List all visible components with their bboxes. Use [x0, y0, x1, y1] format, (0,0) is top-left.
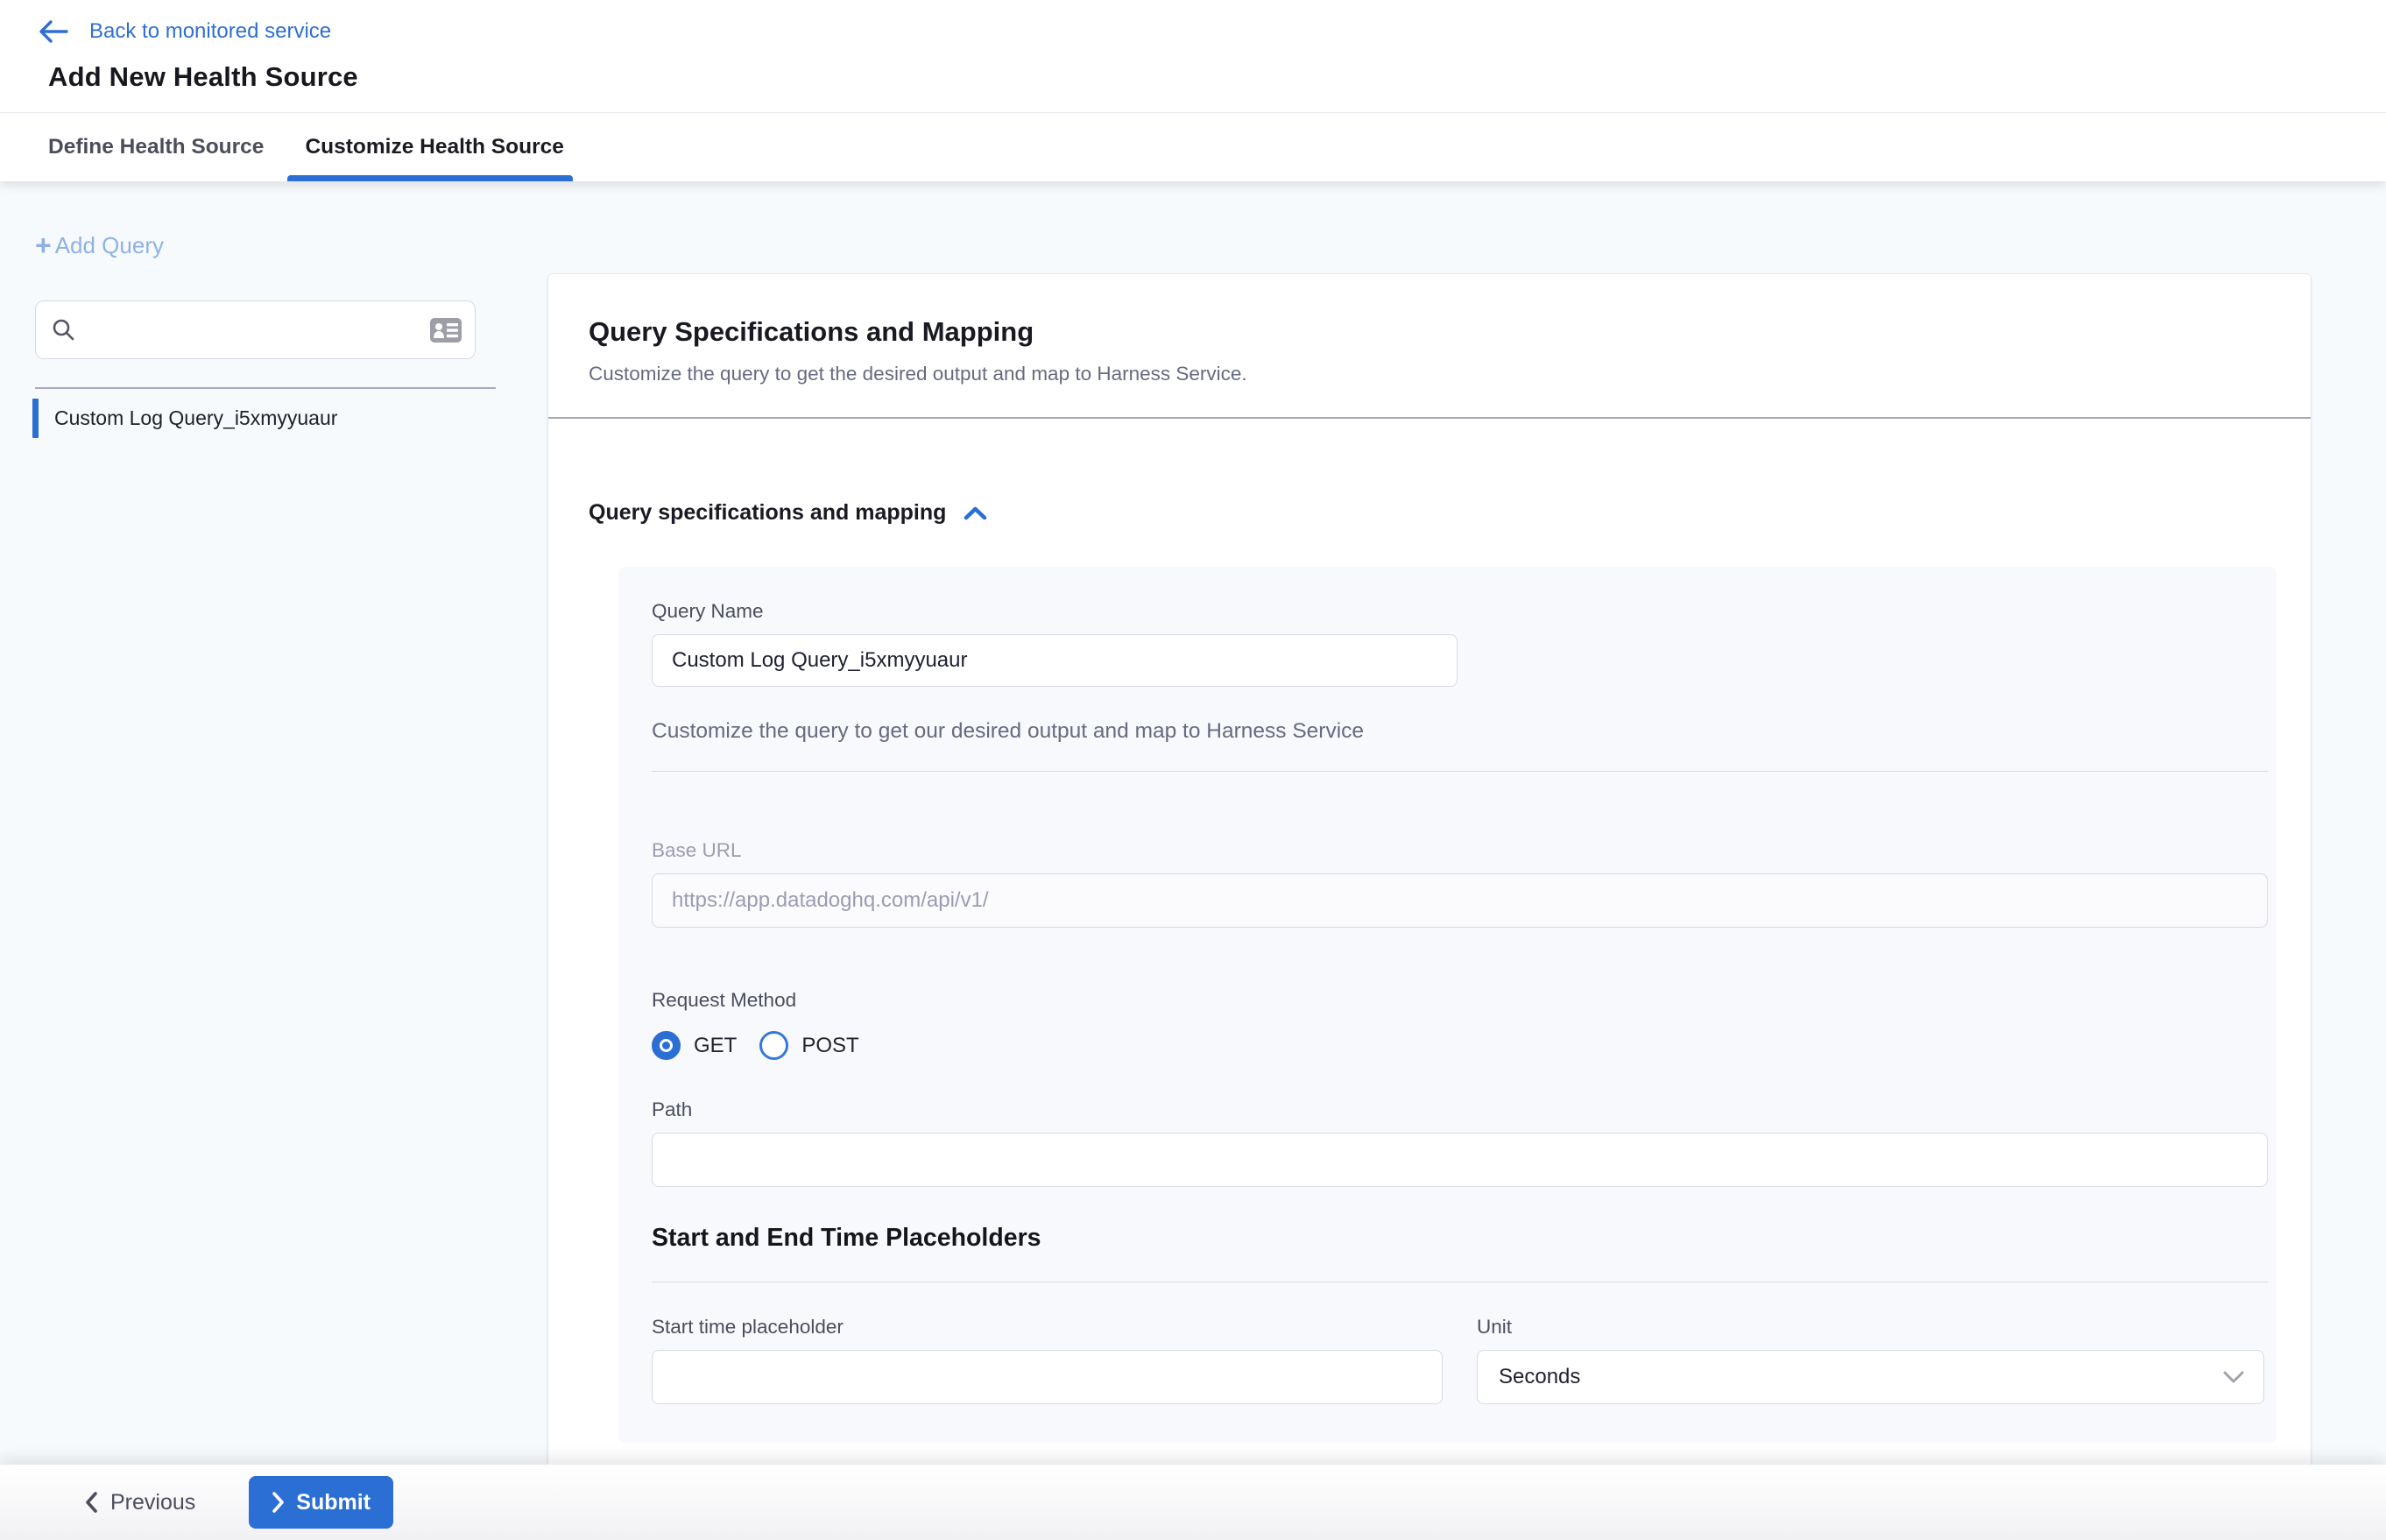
base-url-input[interactable]: [652, 873, 2268, 928]
query-mapping-card: Query Name Customize the query to get ou…: [618, 567, 2277, 1443]
unit-select-value: Seconds: [1499, 1365, 1580, 1389]
panel-subtitle: Customize the query to get the desired o…: [589, 363, 2270, 385]
tab-bar: Define Health Source Customize Health So…: [0, 112, 2386, 181]
unit-select[interactable]: Seconds: [1477, 1350, 2264, 1404]
main-panel: Query Specifications and Mapping Customi…: [548, 274, 2311, 1465]
radio-checked-icon: [652, 1031, 681, 1060]
submit-button[interactable]: Submit: [249, 1476, 393, 1529]
query-name-input[interactable]: [652, 634, 1458, 687]
time-placeholder-row: Start time placeholder Unit Seconds: [652, 1316, 2268, 1404]
query-name-label: Query Name: [652, 600, 2268, 623]
radio-unchecked-icon: [759, 1031, 788, 1060]
start-time-label: Start time placeholder: [652, 1316, 1443, 1339]
content-area: + Add Query: [0, 181, 2386, 1465]
search-input[interactable]: [75, 318, 429, 342]
chevron-right-icon: [272, 1491, 286, 1514]
back-arrow-icon[interactable]: [39, 20, 68, 43]
chevron-up-icon[interactable]: [964, 505, 987, 520]
request-method-group: GET POST: [652, 1031, 2268, 1060]
query-item-label: Custom Log Query_i5xmyyuaur: [54, 406, 337, 429]
sidebar: + Add Query: [0, 181, 548, 1465]
add-query-label: Add Query: [55, 232, 164, 259]
query-search-box: [35, 300, 476, 359]
search-icon: [52, 318, 75, 342]
previous-label: Previous: [110, 1490, 195, 1515]
start-time-field: Start time placeholder: [652, 1316, 1443, 1404]
section-toggle[interactable]: Query specifications and mapping: [589, 500, 2270, 526]
radio-get-label: GET: [694, 1034, 737, 1058]
chevron-down-icon: [2223, 1371, 2244, 1384]
radio-option-post[interactable]: POST: [759, 1031, 858, 1060]
time-placeholders-heading: Start and End Time Placeholders: [652, 1224, 2268, 1253]
back-row: Back to monitored service: [0, 0, 2386, 44]
query-name-helper: Customize the query to get our desired o…: [652, 719, 2268, 744]
plus-icon: +: [35, 234, 52, 257]
query-list-item[interactable]: Custom Log Query_i5xmyyuaur: [35, 392, 548, 444]
chevron-left-icon: [84, 1491, 98, 1514]
panel-body: Query specifications and mapping Query N…: [548, 419, 2311, 1465]
contact-card-icon[interactable]: [429, 317, 462, 343]
sidebar-divider: [35, 387, 496, 389]
request-method-label: Request Method: [652, 989, 2268, 1012]
header: Back to monitored service Add New Health…: [0, 0, 2386, 181]
previous-button[interactable]: Previous: [84, 1490, 195, 1515]
unit-label: Unit: [1477, 1316, 2264, 1339]
card-divider: [652, 771, 2268, 772]
tab-customize-health-source[interactable]: Customize Health Source: [305, 113, 563, 181]
path-label: Path: [652, 1098, 2268, 1121]
path-input[interactable]: [652, 1133, 2268, 1187]
base-url-label: Base URL: [652, 839, 2268, 862]
radio-post-label: POST: [801, 1034, 858, 1058]
back-link[interactable]: Back to monitored service: [89, 19, 331, 44]
start-time-input[interactable]: [652, 1350, 1443, 1404]
page: Back to monitored service Add New Health…: [0, 0, 2386, 1540]
unit-field: Unit Seconds: [1477, 1316, 2264, 1404]
tab-define-health-source[interactable]: Define Health Source: [48, 113, 264, 181]
radio-option-get[interactable]: GET: [652, 1031, 737, 1060]
panel-title: Query Specifications and Mapping: [589, 316, 2270, 348]
selected-indicator: [32, 399, 39, 438]
page-title: Add New Health Source: [48, 61, 2386, 93]
query-list: Custom Log Query_i5xmyyuaur: [35, 392, 548, 444]
footer: Previous Submit: [0, 1465, 2386, 1540]
submit-label: Submit: [296, 1490, 371, 1515]
add-query-button[interactable]: + Add Query: [35, 232, 164, 259]
section-title: Query specifications and mapping: [589, 500, 946, 526]
panel-header: Query Specifications and Mapping Customi…: [548, 274, 2311, 419]
